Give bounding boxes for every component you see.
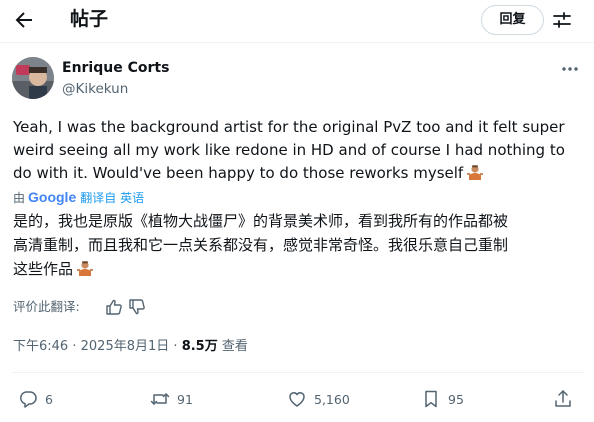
divider	[0, 42, 594, 43]
tweet-meta: 下午6:46 · 2025年8月1日 · 8.5万 查看	[13, 337, 248, 357]
tweet-time[interactable]: 下午6:46	[13, 339, 68, 354]
translation-info: 由 Google 翻译自 英语	[13, 188, 144, 206]
like-action[interactable]: 5,160	[287, 388, 350, 410]
meta-separator: ·	[72, 339, 77, 354]
person-shrugging-emoji	[77, 261, 94, 276]
author-name[interactable]: Enrique Corts	[62, 59, 169, 77]
top-bar: 帖子 回复	[0, 0, 594, 40]
reply-count: 6	[45, 391, 53, 407]
like-count: 5,160	[314, 391, 350, 407]
repost-action[interactable]: 91	[150, 388, 193, 410]
rate-translation-label: 评价此翻译:	[13, 299, 80, 314]
translated-by-label: 由	[13, 191, 26, 205]
page-title: 帖子	[70, 8, 109, 30]
more-icon[interactable]	[560, 60, 580, 78]
avatar[interactable]	[12, 57, 54, 99]
bookmark-action[interactable]: 95	[421, 388, 464, 410]
reply-action[interactable]: 6	[18, 388, 53, 410]
translated-text: 是的，我也是原版《植物大战僵尸》的背景美术师，看到我所有的作品都被 高清重制，而…	[13, 209, 583, 281]
translation-source-link[interactable]: 翻译自 英语	[80, 191, 144, 205]
bookmark-icon	[425, 390, 437, 408]
like-icon	[289, 392, 305, 407]
divider	[12, 372, 584, 373]
meta-separator: ·	[173, 339, 178, 354]
thumbs-down-icon[interactable]	[128, 298, 146, 316]
settings-icon[interactable]	[551, 9, 573, 31]
google-logo: Google	[28, 189, 77, 205]
person-shrugging-emoji	[467, 165, 484, 180]
tweet-date[interactable]: 2025年8月1日	[81, 339, 170, 354]
views-count: 8.5万	[181, 339, 218, 354]
share-icon	[555, 390, 571, 407]
views-label: 查看	[221, 339, 248, 354]
share-action[interactable]	[553, 388, 580, 410]
back-arrow-icon[interactable]	[12, 8, 36, 32]
tweet-text: Yeah, I was the background artist for th…	[13, 116, 588, 185]
author-handle[interactable]: @Kikekun	[62, 80, 128, 98]
reply-icon	[19, 391, 37, 408]
thumbs-up-icon[interactable]	[105, 298, 123, 316]
repost-count: 91	[177, 391, 193, 407]
repost-icon	[150, 393, 170, 405]
bookmark-count: 95	[448, 391, 464, 407]
reply-button[interactable]: 回复	[481, 5, 544, 35]
